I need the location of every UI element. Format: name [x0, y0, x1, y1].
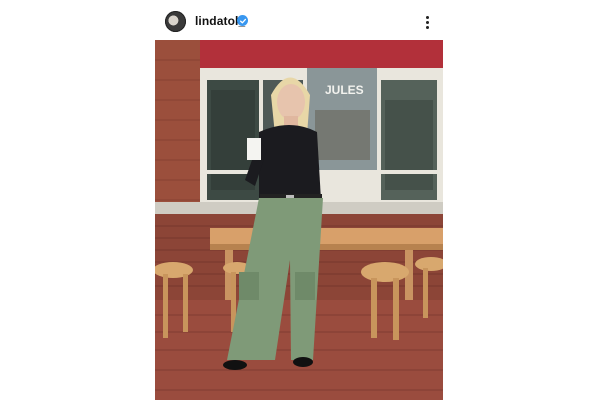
verified-badge-icon — [237, 15, 248, 26]
post-header: lindatol_ — [155, 8, 443, 36]
avatar[interactable] — [165, 11, 186, 32]
more-options-icon[interactable] — [417, 10, 437, 34]
post-photo[interactable]: JULES — [155, 40, 443, 400]
storefront-sign: JULES — [325, 83, 364, 97]
